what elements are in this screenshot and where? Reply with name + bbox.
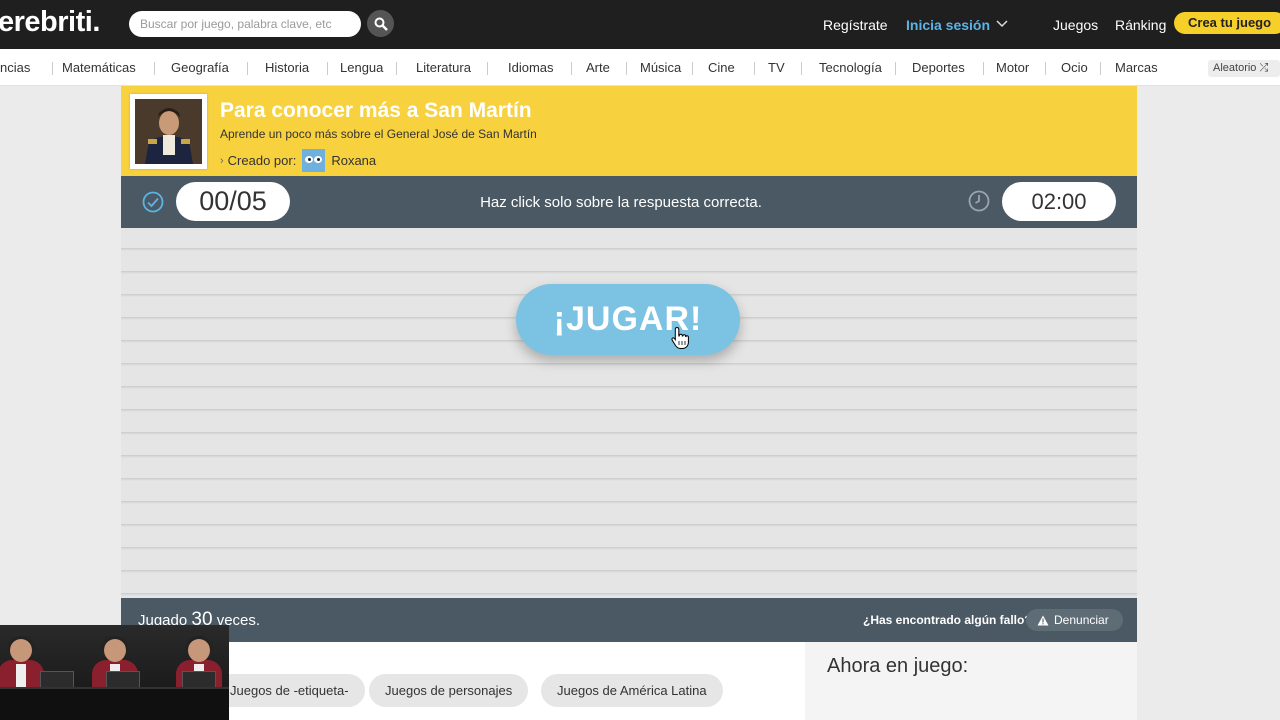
login-link[interactable]: Inicia sesión	[906, 17, 1008, 33]
create-game-button[interactable]: Crea tu juego	[1174, 12, 1280, 34]
fault-question: ¿Has encontrado algún fallo?	[863, 613, 1032, 627]
category-link[interactable]: Literatura	[416, 60, 471, 75]
random-label: Aleatorio	[1213, 62, 1257, 74]
desk	[0, 687, 229, 720]
hand-cursor-icon	[671, 326, 689, 349]
category-divider	[396, 62, 397, 75]
category-link[interactable]: Lengua	[340, 60, 383, 75]
report-label: Denunciar	[1054, 613, 1109, 627]
category-nav: Aleatorio ⤮ ncias Matemáticas Geografía His…	[0, 49, 1280, 86]
category-divider	[154, 62, 155, 75]
category-link[interactable]: Idiomas	[508, 60, 554, 75]
webcam-overlay	[0, 625, 229, 720]
shuffle-icon: ⤮	[1259, 62, 1269, 74]
category-link[interactable]: Matemáticas	[62, 60, 136, 75]
category-divider	[895, 62, 896, 75]
avatar-eye-right	[314, 156, 323, 163]
category-divider	[571, 62, 572, 75]
category-link[interactable]: Historia	[265, 60, 309, 75]
portrait-image	[135, 99, 202, 164]
category-link[interactable]: Motor	[996, 60, 1029, 75]
category-divider	[487, 62, 488, 75]
search-button[interactable]	[367, 10, 394, 37]
games-link[interactable]: Juegos	[1053, 17, 1098, 33]
san-martin-portrait	[135, 99, 202, 164]
category-link[interactable]: Arte	[586, 60, 610, 75]
category-link[interactable]: Deportes	[912, 60, 965, 75]
created-by-label: Creado por:	[227, 153, 297, 168]
game-footer-bar: Jugado 30 veces. ¿Has encontrado algún f…	[121, 598, 1137, 642]
creator-name[interactable]: Roxana	[331, 153, 376, 168]
game-subtitle: Aprende un poco más sobre el General Jos…	[220, 127, 537, 141]
avatar-eye-left	[305, 156, 314, 163]
game-title: Para conocer más a San Martín	[220, 99, 532, 122]
search-icon	[374, 17, 388, 31]
game-thumbnail	[130, 94, 207, 169]
search-input[interactable]	[129, 11, 361, 37]
game-header: Para conocer más a San Martín Aprende un…	[121, 86, 1137, 176]
category-divider	[52, 62, 53, 75]
login-label: Inicia sesión	[906, 17, 991, 33]
category-divider	[327, 62, 328, 75]
tag-chip[interactable]: Juegos de personajes	[369, 674, 529, 707]
creator-line: › Creado por: Roxana	[220, 149, 376, 172]
category-link[interactable]: ncias	[0, 60, 30, 75]
site-logo[interactable]: erebriti.	[0, 6, 100, 39]
category-link[interactable]: Marcas	[1115, 60, 1158, 75]
clock-icon	[968, 190, 990, 212]
chevron-right-icon: ›	[220, 154, 224, 167]
ranking-link[interactable]: Ránking	[1115, 17, 1166, 33]
category-divider	[801, 62, 802, 75]
category-link[interactable]: TV	[768, 60, 785, 75]
play-button[interactable]: ¡JUGAR!	[516, 284, 740, 355]
register-link[interactable]: Regístrate	[823, 17, 888, 33]
game-area: ¡JUGAR!	[121, 228, 1137, 598]
category-link[interactable]: Geografía	[171, 60, 229, 75]
random-button[interactable]: Aleatorio ⤮	[1208, 60, 1280, 77]
category-link[interactable]: Música	[640, 60, 681, 75]
creator-avatar[interactable]	[302, 149, 326, 172]
chevron-down-icon	[996, 20, 1008, 28]
now-playing-title: Ahora en juego:	[827, 655, 969, 677]
category-link[interactable]: Cine	[708, 60, 735, 75]
category-divider	[1100, 62, 1101, 75]
game-status-bar: 00/05 Haz click solo sobre la respuesta …	[121, 176, 1137, 228]
category-divider	[692, 62, 693, 75]
report-button[interactable]: Denunciar	[1026, 609, 1123, 631]
category-divider	[983, 62, 984, 75]
timer: 02:00	[1002, 182, 1116, 221]
now-playing-panel: Ahora en juego:	[805, 642, 1137, 720]
category-divider	[247, 62, 248, 75]
category-link[interactable]: Tecnología	[819, 60, 882, 75]
warning-icon	[1037, 615, 1049, 625]
category-divider	[754, 62, 755, 75]
category-divider	[1045, 62, 1046, 75]
top-bar: erebriti. Regístrate Inicia sesión Juego…	[0, 0, 1280, 49]
tag-chip[interactable]: Juegos de -etiqueta-	[214, 674, 365, 707]
category-divider	[626, 62, 627, 75]
category-link[interactable]: Ocio	[1061, 60, 1088, 75]
tag-chip[interactable]: Juegos de América Latina	[541, 674, 723, 707]
